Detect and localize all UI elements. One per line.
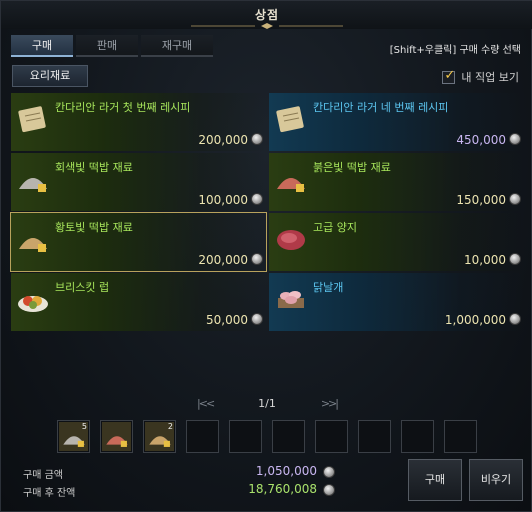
tab-sell[interactable]: 판매 [76, 35, 138, 57]
shop-item[interactable]: 붉은빛 떡밥 재료 150,000 [269, 153, 524, 211]
job-filter-checkbox[interactable]: ✓ [442, 67, 456, 84]
job-filter-label: 내 직업 보기 [461, 71, 519, 84]
cart-slot-empty[interactable] [401, 420, 434, 453]
item-price: 200,000 [198, 133, 248, 147]
shop-item[interactable]: 칸다리안 라거 네 번째 레시피 450,000 [269, 93, 524, 151]
shop-item[interactable]: 고급 양지 10,000 [269, 213, 524, 271]
silver-coin-icon [509, 313, 521, 325]
balance-value: 18,760,008 [248, 482, 317, 496]
job-filter-toggle[interactable]: ✓ 내 직업 보기 [442, 67, 519, 85]
silver-coin-icon [509, 253, 521, 265]
cart-slot-empty[interactable] [444, 420, 477, 453]
shop-item[interactable]: 칸다리안 라거 첫 번째 레시피 200,000 [11, 93, 266, 151]
cart-slots: 5 2 [57, 420, 487, 453]
cart-slot-empty[interactable] [186, 420, 219, 453]
item-price: 200,000 [198, 253, 248, 267]
silver-coin-icon [251, 313, 263, 325]
chicken-wings-icon [272, 280, 310, 318]
page-indicator: 1/1 [258, 396, 276, 410]
last-page-button[interactable]: >>| [321, 397, 339, 410]
total-value: 1,050,000 [255, 464, 317, 478]
silver-coin-icon [323, 466, 335, 478]
cart-slot-empty[interactable] [315, 420, 348, 453]
silver-coin-icon [509, 133, 521, 145]
shop-window: 상점 구매 판매 재구매 [Shift+우클릭] 구매 수량 선택 요리재료 ✓… [0, 0, 532, 512]
shop-item-selected[interactable]: 황토빛 떡밥 재료 200,000 [10, 212, 267, 272]
total-label: 구매 금액 [23, 470, 63, 481]
tab-rebuy[interactable]: 재구매 [141, 35, 213, 57]
balance-row: 구매 후 잔액 18,760,008 [23, 482, 335, 500]
silver-coin-icon [251, 193, 263, 205]
recipe-scroll-icon [14, 100, 52, 138]
pagination: |<< 1/1 >>| [197, 395, 339, 411]
check-icon: ✓ [444, 67, 456, 83]
cart-slot[interactable]: 5 [57, 420, 90, 453]
ochre-bait-icon [14, 220, 52, 258]
item-price: 1,000,000 [444, 313, 506, 327]
recipe-scroll-icon [272, 100, 310, 138]
shop-item[interactable]: 회색빛 떡밥 재료 100,000 [11, 153, 266, 211]
item-name: 칸다리안 라거 첫 번째 레시피 [55, 101, 191, 114]
tab-bar: 구매 판매 재구매 [11, 35, 216, 57]
cart-slot[interactable] [100, 420, 133, 453]
item-name: 브리스킷 럽 [55, 281, 110, 294]
cart-slot-empty[interactable] [358, 420, 391, 453]
silver-coin-icon [251, 133, 263, 145]
purchase-summary: 구매 금액 1,050,000 구매 후 잔액 18,760,008 [23, 464, 335, 500]
cart-slot-empty[interactable] [229, 420, 262, 453]
title-bar[interactable]: 상점 [1, 1, 532, 29]
item-price: 100,000 [198, 193, 248, 207]
window-title: 상점 [254, 8, 280, 22]
silver-coin-icon [251, 253, 263, 265]
item-price: 10,000 [464, 253, 506, 267]
cart-slot-empty[interactable] [272, 420, 305, 453]
silver-coin-icon [323, 484, 335, 496]
quantity-hint: [Shift+우클릭] 구매 수량 선택 [389, 45, 521, 56]
shop-item[interactable]: 브리스킷 럽 50,000 [11, 273, 266, 331]
item-price: 50,000 [206, 313, 248, 327]
title-ornament-icon [191, 23, 343, 29]
item-price: 150,000 [456, 193, 506, 207]
red-bait-icon [102, 422, 131, 451]
clear-button[interactable]: 비우기 [469, 459, 523, 501]
item-name: 붉은빛 떡밥 재료 [313, 161, 391, 174]
total-row: 구매 금액 1,050,000 [23, 464, 335, 482]
item-name: 칸다리안 라거 네 번째 레시피 [313, 101, 449, 114]
tab-buy[interactable]: 구매 [11, 35, 73, 57]
red-bait-icon [272, 160, 310, 198]
item-name: 회색빛 떡밥 재료 [55, 161, 133, 174]
balance-label: 구매 후 잔액 [23, 488, 76, 499]
slot-quantity: 5 [81, 422, 87, 431]
item-name: 닭날개 [313, 281, 344, 294]
cart-slot[interactable]: 2 [143, 420, 176, 453]
silver-coin-icon [509, 193, 521, 205]
item-name: 고급 양지 [313, 221, 357, 234]
slot-quantity: 2 [167, 422, 173, 431]
buy-button[interactable]: 구매 [408, 459, 462, 501]
first-page-button[interactable]: |<< [197, 397, 215, 410]
category-button[interactable]: 요리재료 [12, 65, 88, 87]
brisket-meat-icon [272, 220, 310, 258]
gray-bait-icon [14, 160, 52, 198]
item-name: 황토빛 떡밥 재료 [55, 221, 133, 234]
brisket-rub-icon [14, 280, 52, 318]
shop-item[interactable]: 닭날개 1,000,000 [269, 273, 524, 331]
item-price: 450,000 [456, 133, 506, 147]
